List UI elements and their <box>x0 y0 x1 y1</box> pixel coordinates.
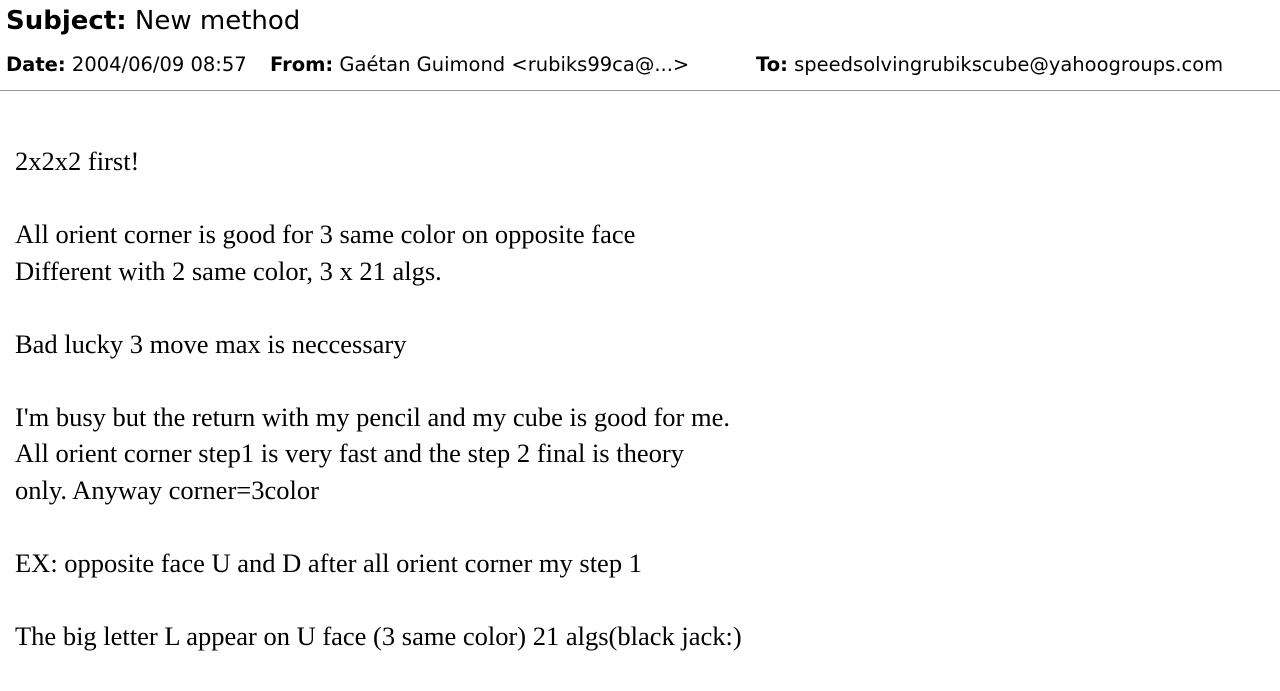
from-value[interactable]: Gaétan Guimond <rubiks99ca@...> <box>339 53 689 76</box>
from-field: From: Gaétan Guimond <rubiks99ca@...> <box>270 50 689 80</box>
message-header: Subject: New method Date: 2004/06/09 08:… <box>0 0 1280 91</box>
body-paragraph: 2x2x2 first! <box>15 143 1265 180</box>
body-paragraph: Bad lucky 3 move max is neccessary <box>15 326 1265 363</box>
body-line: Different with 2 same color, 3 x 21 algs… <box>15 255 442 286</box>
date-label: Date: <box>6 53 66 76</box>
body-line: EX: opposite face U and D after all orie… <box>15 547 642 578</box>
meta-line: Date: 2004/06/09 08:57 From: Gaétan Guim… <box>6 50 1274 80</box>
to-label: To: <box>756 53 788 76</box>
from-label: From: <box>270 53 334 76</box>
body-paragraph: All orient corner is good for 3 same col… <box>15 216 1265 289</box>
body-line: I'm busy but the return with my pencil a… <box>15 401 730 432</box>
body-paragraph: I'm busy but the return with my pencil a… <box>15 399 1265 509</box>
date-field: Date: 2004/06/09 08:57 <box>6 53 247 76</box>
message-body: 2x2x2 first! All orient corner is good f… <box>15 143 1265 691</box>
to-value[interactable]: speedsolvingrubikscube@yahoogroups.com <box>794 53 1223 76</box>
subject-line: Subject: New method <box>6 4 300 38</box>
to-field: To: speedsolvingrubikscube@yahoogroups.c… <box>756 50 1223 80</box>
subject-value: New method <box>134 6 301 36</box>
subject-label: Subject: <box>6 6 127 36</box>
body-line: All orient corner is good for 3 same col… <box>15 219 636 249</box>
body-paragraph: The big letter L appear on U face (3 sam… <box>15 618 1265 655</box>
body-line: 2x2x2 first! <box>15 146 140 176</box>
date-value: 2004/06/09 08:57 <box>71 53 247 76</box>
body-line: only. Anyway corner=3color <box>15 474 319 505</box>
body-paragraph: EX: opposite face U and D after all orie… <box>15 545 1265 582</box>
body-line: The big letter L appear on U face (3 sam… <box>15 620 742 651</box>
body-line: All orient corner step1 is very fast and… <box>15 438 684 468</box>
body-line: Bad lucky 3 move max is neccessary <box>15 328 407 359</box>
